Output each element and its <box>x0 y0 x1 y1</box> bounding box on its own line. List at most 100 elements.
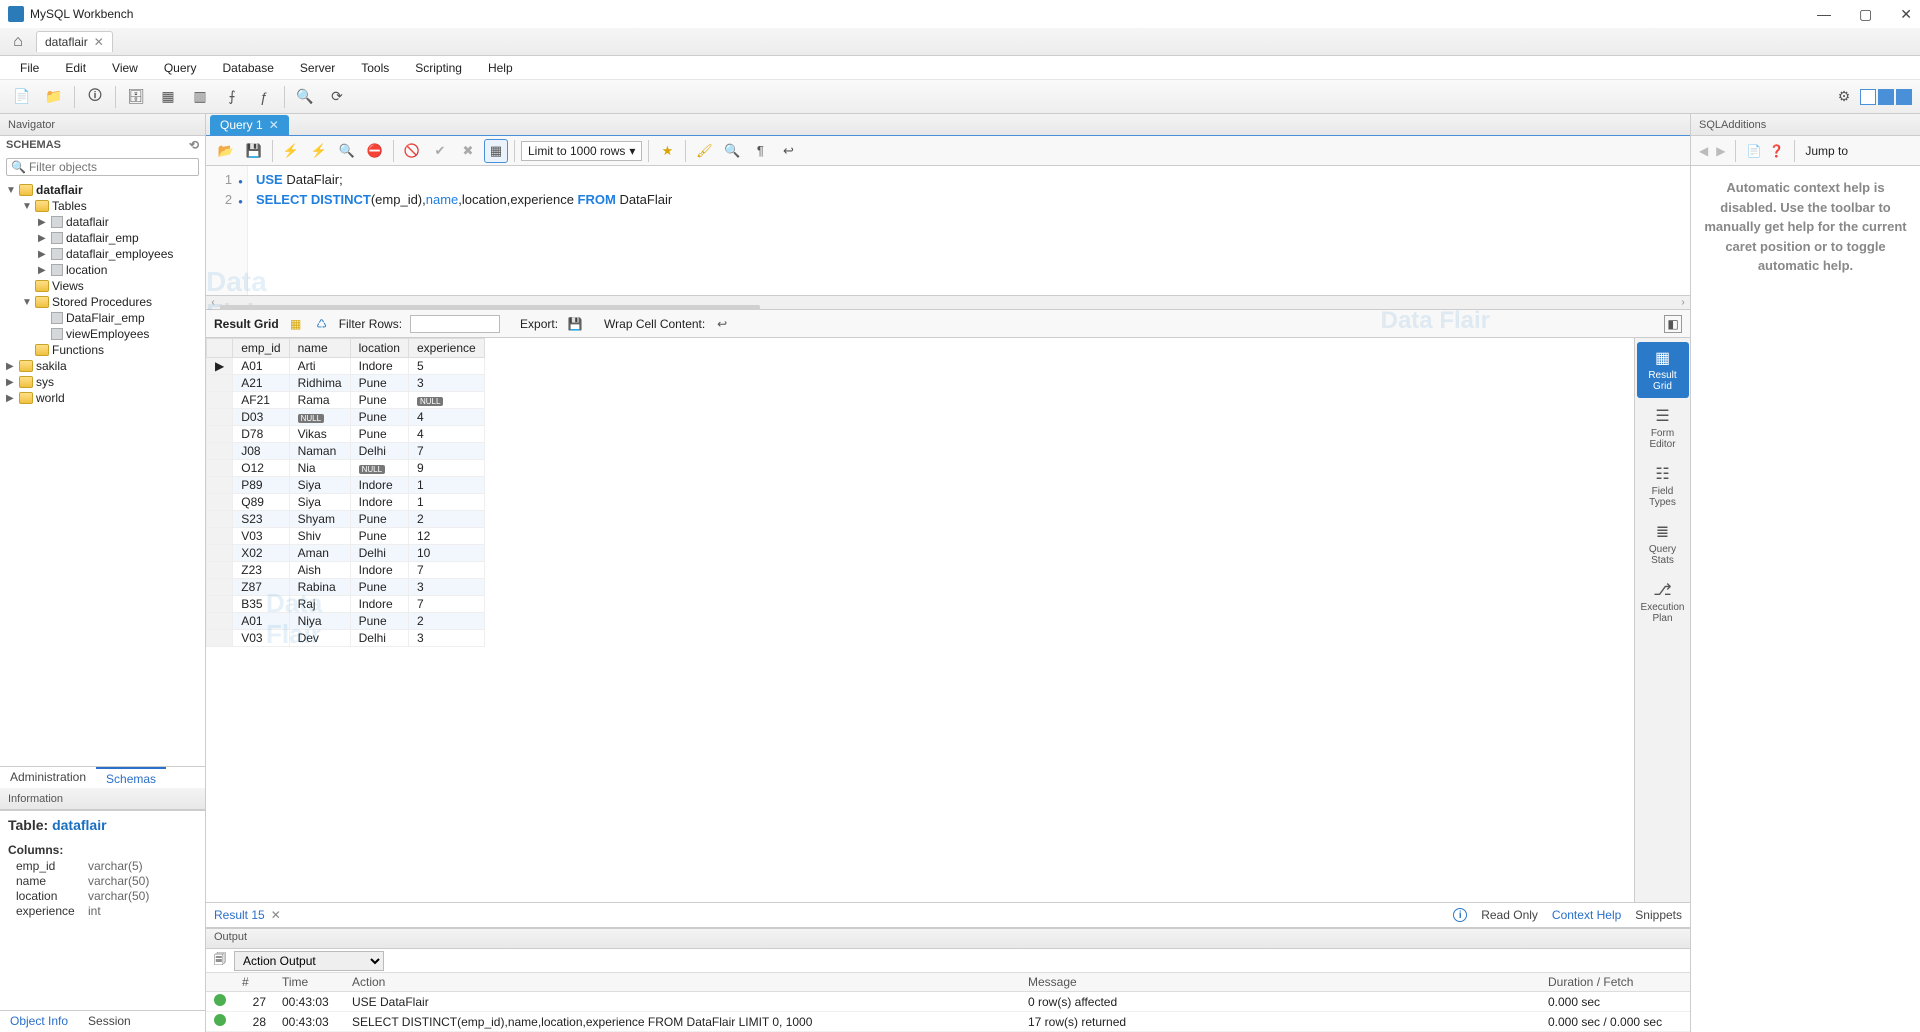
table-row[interactable]: B35RajIndore7 <box>207 596 485 613</box>
menu-file[interactable]: File <box>10 59 49 77</box>
sql-editor[interactable]: 1●2● USE DataFlair;SELECT DISTINCT(emp_i… <box>206 166 1690 296</box>
rollback-button[interactable]: ✖ <box>456 139 480 163</box>
filter-objects-input[interactable] <box>29 160 194 174</box>
filter-rows-input[interactable] <box>410 315 500 333</box>
menu-query[interactable]: Query <box>154 59 207 77</box>
table-row[interactable]: AF21RamaPuneNULL <box>207 392 485 409</box>
open-sql-file-button[interactable]: 📁 <box>40 83 68 111</box>
menu-view[interactable]: View <box>102 59 148 77</box>
connection-tab[interactable]: dataflair ✕ <box>36 31 113 52</box>
tab-object-info[interactable]: Object Info <box>0 1011 78 1032</box>
brush-button[interactable]: 🖌 <box>692 139 716 163</box>
column-header[interactable]: name <box>289 339 350 358</box>
result-tab[interactable]: Result 15 ✕ <box>214 908 281 922</box>
table-row[interactable]: V03DevDelhi3 <box>207 630 485 647</box>
filter-objects-box[interactable]: 🔍 <box>6 158 199 176</box>
toggle-left-panel[interactable] <box>1860 89 1876 105</box>
reconnect-button[interactable]: ⟳ <box>323 83 351 111</box>
tab-schemas[interactable]: Schemas <box>96 767 166 788</box>
table-row[interactable]: A21RidhimaPune3 <box>207 375 485 392</box>
table-row[interactable]: D78VikasPune4 <box>207 426 485 443</box>
menu-scripting[interactable]: Scripting <box>405 59 472 77</box>
output-type-select[interactable]: Action Output <box>234 951 384 971</box>
refresh-icon[interactable]: ⟲ <box>189 138 199 152</box>
snippets-tab[interactable]: Snippets <box>1635 908 1682 922</box>
close-button[interactable]: ✕ <box>1900 6 1912 23</box>
nav-forward-icon[interactable]: ▶ <box>1716 144 1725 158</box>
open-file-button[interactable]: 📂 <box>214 139 238 163</box>
close-icon[interactable]: ✕ <box>271 908 281 922</box>
close-icon[interactable]: ✕ <box>269 118 279 132</box>
tree-node[interactable]: viewEmployees <box>0 326 205 342</box>
table-row[interactable]: P89SiyaIndore1 <box>207 477 485 494</box>
minimize-button[interactable]: — <box>1817 6 1831 23</box>
home-button[interactable]: ⌂ <box>6 31 30 53</box>
table-row[interactable]: X02AmanDelhi10 <box>207 545 485 562</box>
explain-button[interactable]: 🔍 <box>335 139 359 163</box>
table-row[interactable]: Z87RabinaPune3 <box>207 579 485 596</box>
menu-database[interactable]: Database <box>213 59 284 77</box>
tree-node[interactable]: ▶dataflair <box>0 214 205 230</box>
find-button[interactable]: 🔍 <box>720 139 744 163</box>
search-button[interactable]: 🔍 <box>291 83 319 111</box>
grid-icon[interactable]: ▦ <box>287 315 305 333</box>
tree-node[interactable]: ▶location <box>0 262 205 278</box>
action-row[interactable]: 2700:43:03USE DataFlair0 row(s) affected… <box>206 992 1690 1012</box>
execute-current-button[interactable]: ⚡ <box>307 139 331 163</box>
query-stats-button[interactable]: ≣Query Stats <box>1637 516 1689 572</box>
maximize-button[interactable]: ▢ <box>1859 6 1872 23</box>
save-file-button[interactable]: 💾 <box>242 139 266 163</box>
form-editor-button[interactable]: ☰Form Editor <box>1637 400 1689 456</box>
invisible-chars-button[interactable]: ¶ <box>748 139 772 163</box>
inspector-button[interactable]: 🛈 <box>81 83 109 111</box>
scroll-right-icon[interactable]: › <box>1676 297 1690 308</box>
limit-rows-select[interactable]: Limit to 1000 rows▾ <box>521 141 642 161</box>
info-icon[interactable]: i <box>1453 908 1467 922</box>
tab-session[interactable]: Session <box>78 1011 141 1032</box>
table-row[interactable]: V03ShivPune12 <box>207 528 485 545</box>
new-procedure-button[interactable]: ⨍ <box>218 83 246 111</box>
settings-button[interactable]: ⚙ <box>1830 83 1858 111</box>
new-function-button[interactable]: ƒ <box>250 83 278 111</box>
tree-node[interactable]: DataFlair_emp <box>0 310 205 326</box>
tree-node[interactable]: ▶sys <box>0 374 205 390</box>
tree-node[interactable]: ▼Tables <box>0 198 205 214</box>
execute-button[interactable]: ⚡ <box>279 139 303 163</box>
table-row[interactable]: A01NiyaPune2 <box>207 613 485 630</box>
new-sql-tab-button[interactable]: 📄 <box>8 83 36 111</box>
panel-split-icon[interactable]: ◧ <box>1664 315 1682 333</box>
tab-administration[interactable]: Administration <box>0 767 96 788</box>
autocommit-toggle[interactable]: ▦ <box>484 139 508 163</box>
tree-node[interactable]: ▶world <box>0 390 205 406</box>
close-icon[interactable]: ✕ <box>94 35 104 49</box>
column-header[interactable]: experience <box>408 339 484 358</box>
nav-back-icon[interactable]: ◀ <box>1699 144 1708 158</box>
toggle-bottom-panel[interactable] <box>1878 89 1894 105</box>
help-cursor-icon[interactable]: ❓ <box>1769 144 1784 158</box>
execution-plan-button[interactable]: ⎇Execution Plan <box>1637 574 1689 630</box>
schema-tree[interactable]: ▼dataflair▼Tables▶dataflair▶dataflair_em… <box>0 180 205 766</box>
tree-node[interactable]: Views <box>0 278 205 294</box>
action-row[interactable]: 2800:43:03SELECT DISTINCT(emp_id),name,l… <box>206 1012 1690 1032</box>
tree-node[interactable]: Functions <box>0 342 205 358</box>
stop-button[interactable]: ⛔ <box>363 139 387 163</box>
menu-server[interactable]: Server <box>290 59 345 77</box>
tree-node[interactable]: ▶sakila <box>0 358 205 374</box>
wrap-icon[interactable]: ↩ <box>713 315 731 333</box>
table-row[interactable]: Z23AishIndore7 <box>207 562 485 579</box>
table-row[interactable]: Q89SiyaIndore1 <box>207 494 485 511</box>
toggle-right-panel[interactable] <box>1896 89 1912 105</box>
result-grid-view-button[interactable]: ▦Result Grid <box>1637 342 1689 398</box>
tree-node[interactable]: ▶dataflair_emp <box>0 230 205 246</box>
table-row[interactable]: O12NiaNULL9 <box>207 460 485 477</box>
tree-node[interactable]: ▶dataflair_employees <box>0 246 205 262</box>
tree-node[interactable]: ▼Stored Procedures <box>0 294 205 310</box>
table-row[interactable]: S23ShyamPune2 <box>207 511 485 528</box>
context-help-tab[interactable]: Context Help <box>1552 908 1621 922</box>
export-icon[interactable]: 💾 <box>566 315 584 333</box>
new-schema-button[interactable]: 🗄 <box>122 83 150 111</box>
column-header[interactable]: location <box>350 339 408 358</box>
table-row[interactable]: J08NamanDelhi7 <box>207 443 485 460</box>
horizontal-scrollbar[interactable]: ‹ › <box>206 296 1690 310</box>
field-types-button[interactable]: ☷Field Types <box>1637 458 1689 514</box>
